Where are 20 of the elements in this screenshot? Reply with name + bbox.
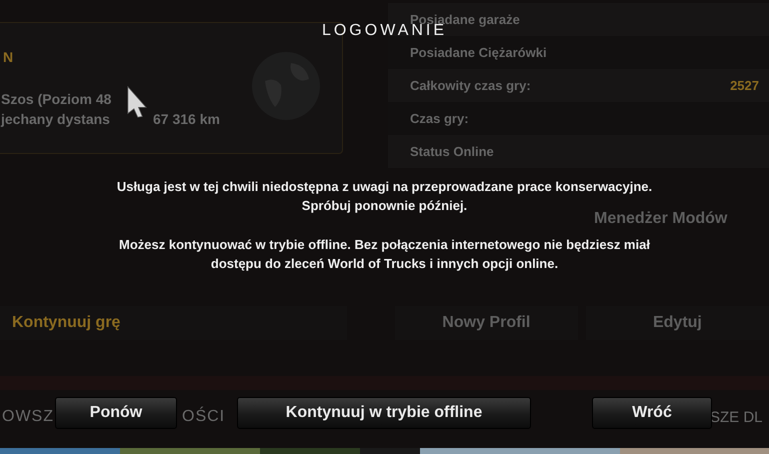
stat-label: Czas gry: (410, 111, 469, 126)
distance-label: jechany dystans (1, 111, 110, 127)
bottom-tab[interactable]: SZE DL (710, 409, 763, 426)
profile-level: Szos (Poziom 48 (1, 91, 112, 107)
globe-icon (251, 51, 321, 121)
dialog-button[interactable]: Ponów (55, 397, 177, 429)
bottom-tab[interactable]: OWSZ (2, 408, 54, 426)
distance-value: 67 316 km (153, 111, 220, 127)
cursor-icon (127, 86, 147, 118)
stat-label: Całkowity czas gry: (410, 78, 531, 93)
dialog-button[interactable]: Wróć (592, 397, 712, 429)
message-text: Możesz kontynuować w trybie offline. Bez połączenia internetowego nie będziesz miał dostępu do zleceń World of Trucks i innych opcji online. (119, 236, 650, 273)
stat-label: Status Online (410, 144, 494, 159)
stat-value: 2527 (730, 78, 759, 93)
stat-label: Posiadane Ciężarówki (410, 45, 547, 60)
message-text: Usługa jest w tej chwili niedostępna z uwagi na przeprowadzane prace konserwacyjne. Spróbuj ponownie później. (116, 178, 652, 213)
dialog-button[interactable]: Kontynuuj w trybie offline (237, 397, 531, 429)
profile-heading: N (3, 49, 14, 65)
bottom-tab[interactable]: OŚCI (182, 408, 226, 426)
mod-manager-button[interactable]: Menedżer Modów (594, 210, 728, 228)
